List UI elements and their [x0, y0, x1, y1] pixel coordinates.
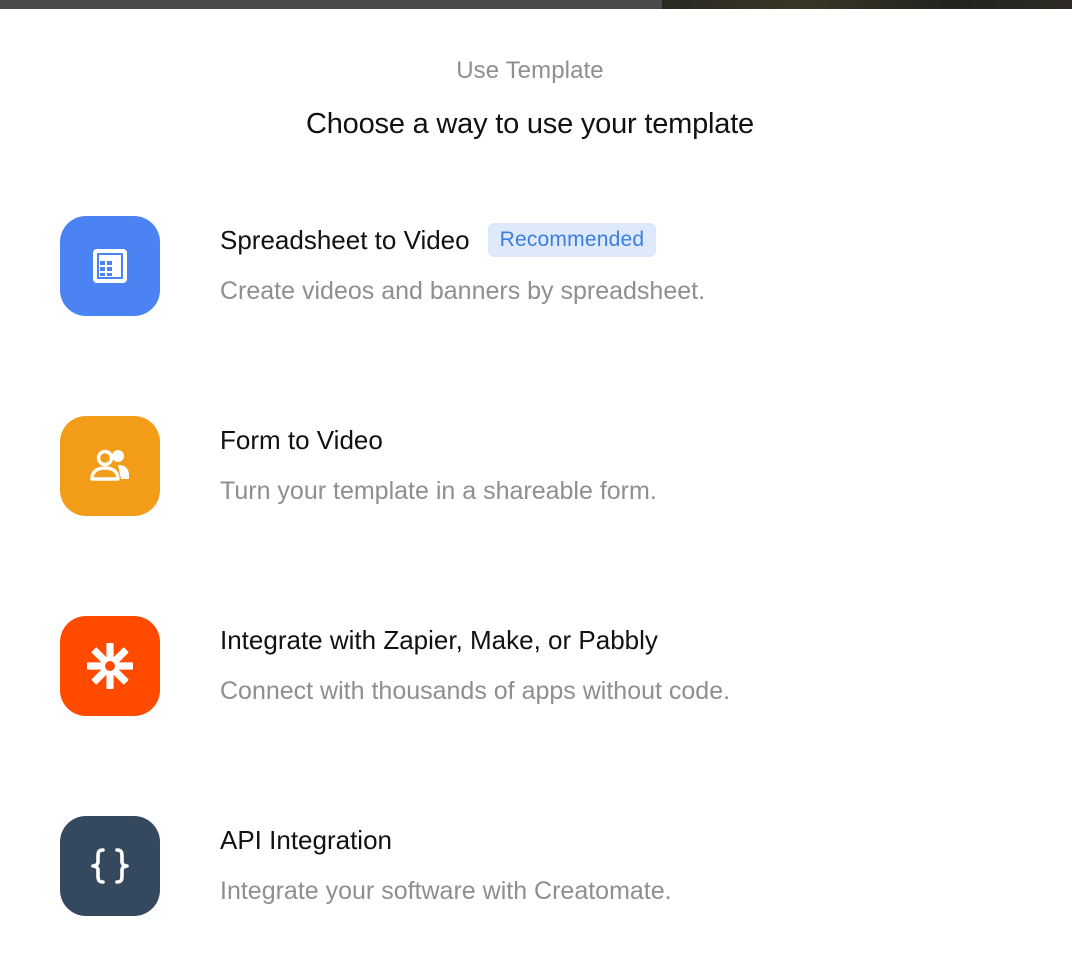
option-description: Turn your template in a shareable form.: [220, 477, 657, 505]
option-title: Integrate with Zapier, Make, or Pabbly: [220, 625, 658, 655]
dialog-title: Choose a way to use your template: [306, 108, 754, 140]
option-integrate-zapier-make-pabbly[interactable]: Integrate with Zapier, Make, or Pabbly C…: [60, 616, 1040, 816]
option-api-integration[interactable]: API Integration Integrate your software …: [60, 816, 1040, 972]
option-spreadsheet-to-video[interactable]: Spreadsheet to Video Recommended Create …: [60, 216, 1040, 416]
options-list: Spreadsheet to Video Recommended Create …: [60, 216, 1040, 972]
option-title: API Integration: [220, 825, 392, 855]
option-text: Integrate with Zapier, Make, or Pabbly C…: [220, 622, 730, 708]
option-title-row: Spreadsheet to Video Recommended: [220, 222, 705, 258]
option-text: API Integration Integrate your software …: [220, 822, 672, 908]
option-title: Spreadsheet to Video: [220, 225, 470, 255]
option-description: Integrate your software with Creatomate.: [220, 877, 672, 905]
option-title: Form to Video: [220, 425, 383, 455]
background-strip-left: [0, 0, 662, 9]
users-icon: [60, 416, 160, 516]
option-description: Connect with thousands of apps without c…: [220, 677, 731, 705]
background-strip-right: [662, 0, 1072, 9]
dialog-header: Use Template Choose a way to use your te…: [0, 54, 1060, 142]
option-form-to-video[interactable]: Form to Video Turn your template in a sh…: [60, 416, 1040, 616]
option-title-row: Integrate with Zapier, Make, or Pabbly: [220, 622, 730, 658]
recommended-badge: Recommended: [487, 223, 657, 257]
option-title-row: API Integration: [220, 822, 672, 858]
background-strip: [0, 0, 1072, 9]
dialog-subtitle: Use Template: [456, 57, 604, 84]
option-title-row: Form to Video: [220, 422, 657, 458]
spreadsheet-icon: [60, 216, 160, 316]
curly-braces-icon: [60, 816, 160, 916]
zapier-asterisk-icon: [60, 616, 160, 716]
option-description: Create videos and banners by spreadsheet…: [220, 277, 706, 305]
use-template-dialog: Use Template Choose a way to use your te…: [0, 0, 1072, 972]
option-text: Spreadsheet to Video Recommended Create …: [220, 222, 705, 308]
option-text: Form to Video Turn your template in a sh…: [220, 422, 657, 508]
